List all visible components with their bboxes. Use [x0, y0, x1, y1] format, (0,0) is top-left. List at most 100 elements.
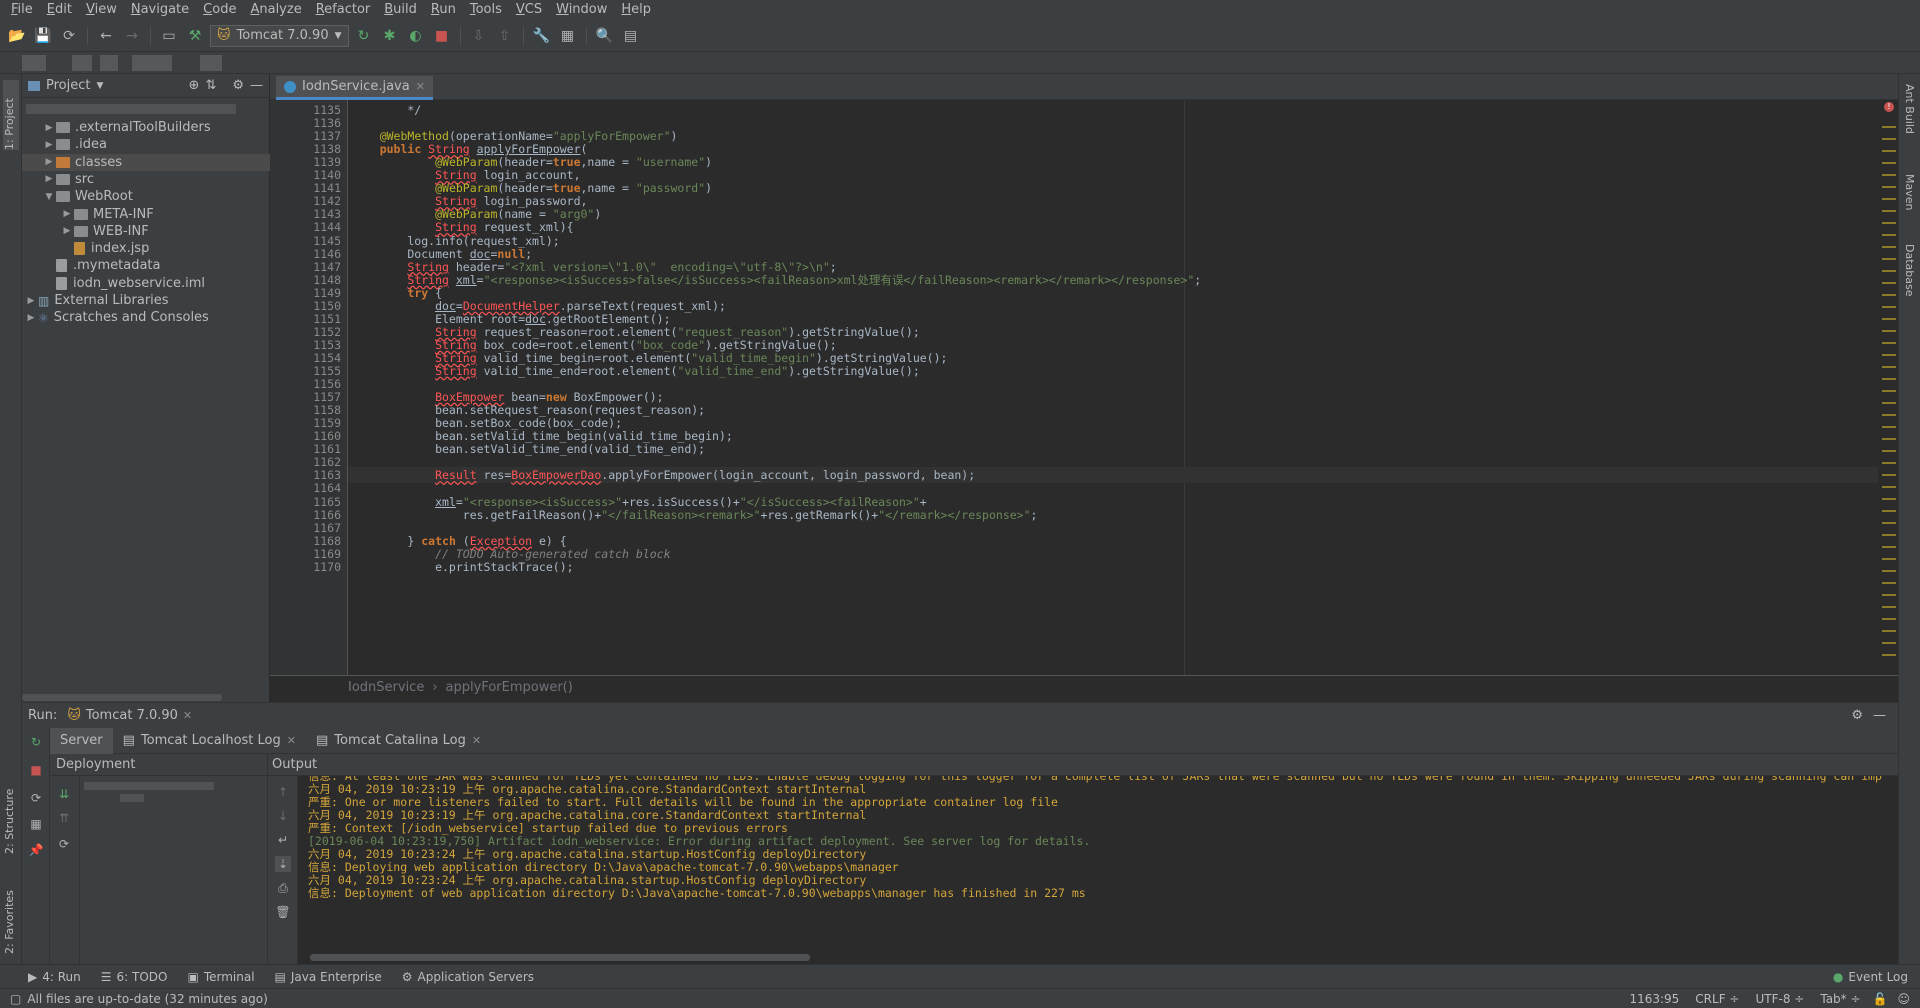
line-number[interactable]: 1170: [313, 559, 341, 575]
pin-icon[interactable]: 📌: [28, 842, 44, 858]
file-encoding[interactable]: UTF-8 ÷: [1755, 992, 1804, 1006]
tool-window-4-run[interactable]: ▶ 4: Run: [28, 970, 81, 984]
tree-item[interactable]: ▶ META-INF: [22, 206, 270, 223]
forward-icon[interactable]: →: [121, 25, 143, 47]
breadcrumb-method[interactable]: applyForEmpower(): [446, 680, 573, 695]
open-folder-icon[interactable]: 📂: [6, 25, 28, 47]
close-icon[interactable]: ✕: [416, 80, 425, 93]
tree-item[interactable]: ▶ WEB-INF: [22, 223, 270, 240]
stop-icon[interactable]: ■: [28, 762, 44, 778]
print-icon[interactable]: ⎙: [275, 880, 291, 896]
refresh-icon[interactable]: ⟳: [56, 836, 72, 852]
run-config-tab[interactable]: 🐱 Tomcat 7.0.90 ✕: [67, 708, 192, 723]
close-icon[interactable]: ✕: [287, 734, 296, 747]
back-icon[interactable]: ←: [95, 25, 117, 47]
tool-window-java-enterprise[interactable]: ▤ Java Enterprise: [275, 970, 382, 984]
chevron-down-icon[interactable]: ▼: [42, 192, 56, 202]
chevron-right-icon[interactable]: ▶: [24, 313, 38, 323]
undeploy-icon[interactable]: ⇈: [56, 810, 72, 826]
menu-build[interactable]: Build: [377, 0, 424, 20]
chevron-right-icon[interactable]: ▶: [42, 140, 56, 150]
locate-icon[interactable]: ⊕: [189, 78, 200, 93]
menu-vcs[interactable]: VCS: [509, 0, 549, 20]
code-editor[interactable]: */ @WebMethod(operationName="applyForEmp…: [348, 100, 1878, 675]
tool-window-terminal[interactable]: ▣ Terminal: [187, 970, 254, 984]
menu-code[interactable]: Code: [196, 0, 243, 20]
stop-icon[interactable]: ■: [431, 25, 453, 47]
tree-item[interactable]: ▼ WebRoot: [22, 188, 270, 205]
hide-icon[interactable]: —: [1873, 708, 1886, 723]
chevron-right-icon[interactable]: ▶: [60, 226, 74, 236]
code-line[interactable]: Result res=BoxEmpowerDao.applyForEmpower…: [352, 467, 975, 483]
vcs-commit-icon[interactable]: ⇧: [494, 25, 516, 47]
terminal-icon[interactable]: ▤: [620, 25, 642, 47]
chevron-down-icon[interactable]: ▼: [96, 81, 103, 91]
status-icon[interactable]: ▢: [10, 992, 21, 1006]
menu-file[interactable]: File: [4, 0, 40, 20]
indent-setting[interactable]: Tab* ÷: [1820, 992, 1860, 1006]
chevron-right-icon[interactable]: ▶: [60, 209, 74, 219]
database-tool-button[interactable]: Database: [1903, 244, 1916, 297]
chevron-right-icon[interactable]: ▶: [42, 174, 56, 184]
console-horizontal-scrollbar[interactable]: [310, 954, 810, 961]
tab-tomcat-catalina-log[interactable]: ▤ Tomcat Catalina Log ✕: [306, 728, 491, 754]
code-line[interactable]: res.getFailReason()+"</failReason><remar…: [352, 507, 1038, 523]
menu-window[interactable]: Window: [549, 0, 614, 20]
tool-window-6-todo[interactable]: ☰ 6: TODO: [101, 970, 168, 984]
project-view-select[interactable]: Project: [46, 78, 90, 93]
scroll-to-end-icon[interactable]: ⇣: [275, 856, 291, 872]
save-icon[interactable]: 💾: [32, 25, 54, 47]
menu-tools[interactable]: Tools: [463, 0, 509, 20]
code-line[interactable]: */: [352, 102, 421, 118]
tree-item[interactable]: ▶ ▥ External Libraries: [22, 292, 270, 309]
coverage-icon[interactable]: ◐: [405, 25, 427, 47]
code-line[interactable]: bean.setValid_time_end(valid_time_end);: [352, 441, 705, 457]
rerun-icon[interactable]: ↻: [353, 25, 375, 47]
project-horizontal-scrollbar[interactable]: [22, 694, 222, 701]
tree-item[interactable]: ▶ ⚛ Scratches and Consoles: [22, 309, 270, 326]
console-output[interactable]: 信息: At least one JAR was scanned for TLD…: [298, 776, 1898, 964]
caret-position[interactable]: 1163:95: [1629, 992, 1679, 1006]
tree-item[interactable]: ▶ .externalToolBuilders: [22, 119, 270, 136]
favorites-tool-button[interactable]: 2: Favorites: [3, 874, 16, 954]
menu-analyze[interactable]: Analyze: [243, 0, 308, 20]
soft-wrap-icon[interactable]: ↵: [275, 832, 291, 848]
error-indicator-icon[interactable]: !: [1884, 102, 1894, 112]
vcs-update-icon[interactable]: ⇩: [468, 25, 490, 47]
code-line[interactable]: e.printStackTrace();: [352, 559, 573, 575]
chevron-right-icon[interactable]: ▶: [24, 296, 38, 306]
editor-tab-iodnservice[interactable]: IodnService.java ✕: [276, 76, 433, 100]
tree-item[interactable]: ▶ classes: [22, 153, 270, 171]
frame-icon[interactable]: ▭: [158, 25, 180, 47]
inspector-icon[interactable]: ☺: [1897, 992, 1910, 1006]
trash-icon[interactable]: 🗑: [275, 904, 291, 920]
menu-refactor[interactable]: Refactor: [309, 0, 378, 20]
scroll-down-icon[interactable]: ↓: [275, 808, 291, 824]
tab-server[interactable]: Server: [50, 727, 113, 754]
code-line[interactable]: String valid_time_end=root.element("vali…: [352, 363, 920, 379]
breadcrumb-class[interactable]: IodnService: [348, 680, 424, 695]
lock-icon[interactable]: 🔓: [1873, 992, 1888, 1006]
editor-error-stripe[interactable]: !: [1880, 100, 1898, 675]
close-icon[interactable]: ✕: [183, 709, 192, 722]
scroll-up-icon[interactable]: ↑: [275, 784, 291, 800]
sync-icon[interactable]: ⟳: [58, 25, 80, 47]
project-tool-button[interactable]: 1: Project: [3, 80, 19, 150]
rerun-icon[interactable]: ↻: [28, 734, 44, 750]
tree-item[interactable]: ▶ .idea: [22, 136, 270, 153]
gear-icon[interactable]: ⚙: [1851, 708, 1863, 723]
chevron-right-icon[interactable]: ▶: [42, 123, 56, 133]
layout-icon[interactable]: ▦: [28, 816, 44, 832]
tree-item[interactable]: index.jsp: [22, 240, 270, 257]
tab-tomcat-localhost-log[interactable]: ▤ Tomcat Localhost Log ✕: [113, 728, 306, 754]
run-configuration-select[interactable]: 🐱 Tomcat 7.0.90 ▼: [210, 24, 349, 47]
close-icon[interactable]: ✕: [472, 734, 481, 747]
collapse-all-icon[interactable]: ⇅: [205, 78, 216, 93]
ant-build-tool-button[interactable]: Ant Build: [1903, 84, 1916, 134]
event-log-button[interactable]: ● Event Log: [1833, 970, 1908, 984]
hide-icon[interactable]: —: [250, 78, 263, 93]
project-structure-icon[interactable]: ▦: [557, 25, 579, 47]
tree-item[interactable]: ▶ src: [22, 171, 270, 188]
menu-run[interactable]: Run: [424, 0, 463, 20]
maven-tool-button[interactable]: Maven: [1903, 174, 1916, 210]
